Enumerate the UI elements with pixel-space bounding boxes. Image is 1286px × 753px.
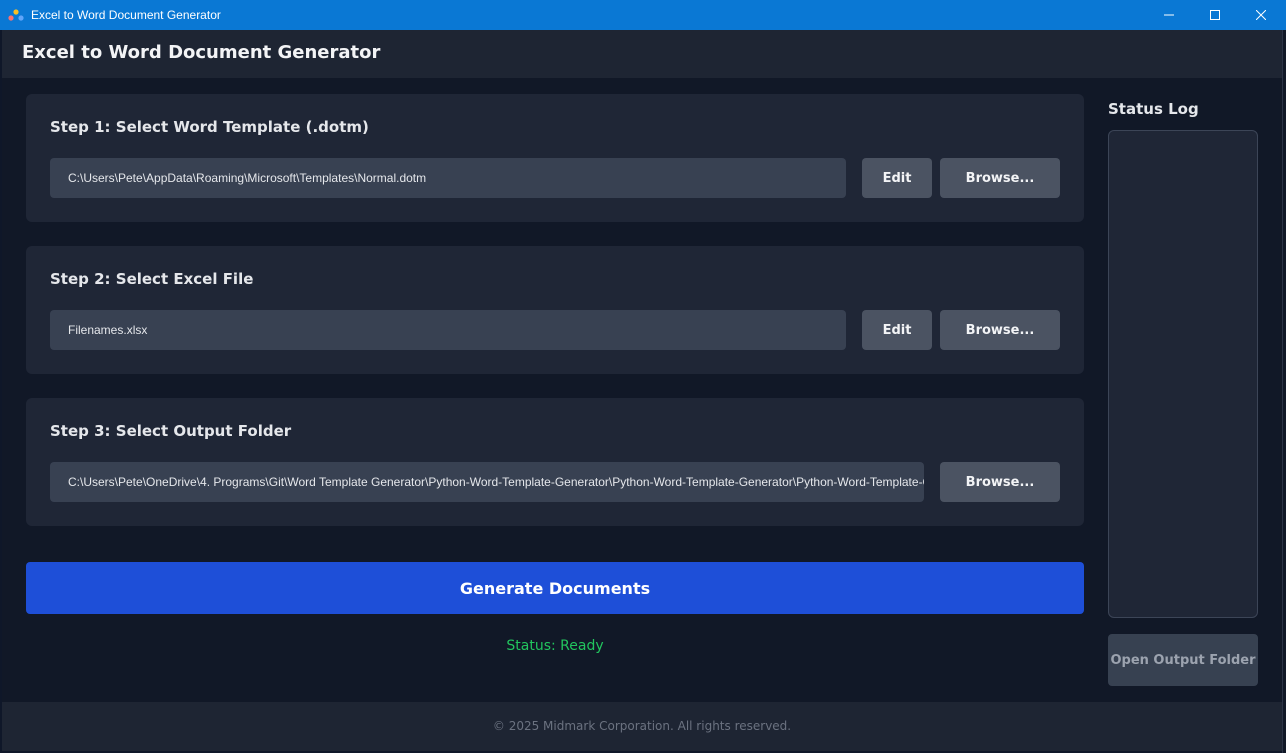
template-browse-button[interactable]: Browse... [940,158,1060,198]
footer-copyright: © 2025 Midmark Corporation. All rights r… [492,719,792,733]
open-output-folder-button[interactable]: Open Output Folder [1108,634,1258,686]
page-title: Excel to Word Document Generator [22,42,381,63]
window-title: Excel to Word Document Generator [31,8,221,22]
minimize-icon [1164,14,1174,16]
step-3-title: Step 3: Select Output Folder [50,422,292,440]
step-1-card: Step 1: Select Word Template (.dotm) C:\… [26,94,1084,222]
excel-edit-button[interactable]: Edit [862,310,932,350]
template-path-field[interactable]: C:\Users\Pete\AppData\Roaming\Microsoft\… [50,158,846,198]
close-icon [1256,10,1266,20]
app-icon [8,9,24,21]
status-log-title: Status Log [1108,100,1199,118]
excel-browse-button[interactable]: Browse... [940,310,1060,350]
step-3-card: Step 3: Select Output Folder C:\Users\Pe… [26,398,1084,526]
step-2-card: Step 2: Select Excel File Filenames.xlsx… [26,246,1084,374]
maximize-icon [1210,10,1220,20]
minimize-button[interactable] [1146,0,1192,30]
close-button[interactable] [1238,0,1284,30]
app-window: Excel to Word Document Generator Step 1:… [2,30,1282,751]
output-browse-button[interactable]: Browse... [940,462,1060,502]
generate-documents-button[interactable]: Generate Documents [26,562,1084,614]
window-edge [1282,30,1286,753]
status-text: Status: Ready [506,638,604,654]
template-edit-button[interactable]: Edit [862,158,932,198]
status-log-box[interactable] [1108,130,1258,618]
app-header: Excel to Word Document Generator [2,30,1282,78]
maximize-button[interactable] [1192,0,1238,30]
excel-path-field[interactable]: Filenames.xlsx [50,310,846,350]
step-1-title: Step 1: Select Word Template (.dotm) [50,118,369,136]
window-titlebar: Excel to Word Document Generator [0,0,1286,30]
step-2-title: Step 2: Select Excel File [50,270,254,288]
footer: © 2025 Midmark Corporation. All rights r… [2,702,1282,751]
output-path-field[interactable]: C:\Users\Pete\OneDrive\4. Programs\Git\W… [50,462,924,502]
